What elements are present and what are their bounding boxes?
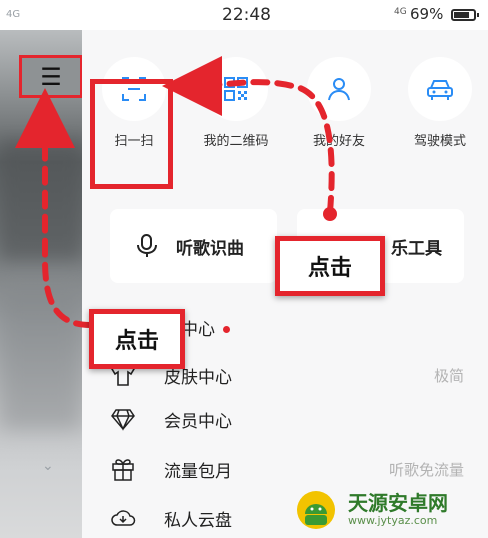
tutorial-arrows — [14, 55, 337, 328]
arrow-to-menu — [14, 88, 93, 328]
arrow-origin-dot — [323, 207, 337, 221]
callout-left: 点击 — [89, 309, 185, 369]
watermark-name: 天源安卓网 — [348, 490, 448, 515]
watermark-url: www.jytyaz.com — [348, 513, 438, 527]
android-logo-icon — [297, 491, 335, 529]
watermark: 天源安卓网 www.jytyaz.com — [290, 488, 448, 530]
arrow-to-scan — [162, 55, 335, 215]
callout-top: 点击 — [275, 236, 385, 296]
